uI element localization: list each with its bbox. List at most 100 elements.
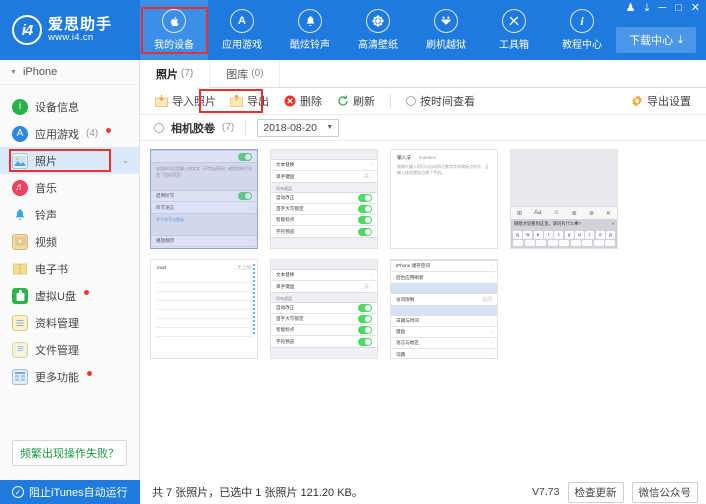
thumb-row-label: 单手键盘 [276, 174, 294, 180]
export-settings-button[interactable]: 导出设置 [623, 91, 698, 112]
thumb-section-2 [151, 226, 257, 235]
chevron-right-icon: › [250, 205, 252, 211]
export-settings-label: 导出设置 [647, 93, 691, 109]
import-photos-button[interactable]: 导入照片 [148, 91, 223, 112]
key [559, 240, 569, 246]
nav-item-wallpaper[interactable]: 高清壁纸 [344, 0, 412, 60]
delete-button[interactable]: 删除 [276, 91, 329, 112]
sidebar-item-virtual-usb[interactable]: 虚拟U盘 [0, 282, 139, 309]
appstore-icon: A [230, 9, 254, 33]
thumb-note: 启用听写后您输入的文字（不包括密码）或您的听写语言（包括语音） [151, 163, 257, 181]
photo-icon [12, 153, 28, 169]
text-format-icon: Aa [534, 210, 541, 216]
photo-thumbnail[interactable]: ⊞ Aa ☺ ⊗ ⊛ ✕ 刚刚才说看到这里，请问有什么事? ^ [510, 149, 618, 249]
nav-item-toolbox[interactable]: 工具箱 [480, 0, 548, 60]
photo-thumbnail[interactable]: 文本替换› 单手键盘关 › 所有键盘 自动改正 首字大写锁定 智能标点 字符预览 [270, 259, 378, 359]
key [525, 240, 535, 246]
thumb-row-label: 启用听写 [156, 193, 174, 199]
sidebar-item-device-info[interactable]: i 设备信息 [0, 93, 139, 120]
device-header[interactable]: ▼ iPhone [0, 60, 139, 85]
badge-dot [87, 371, 92, 376]
sidebar-item-label: 视频 [35, 234, 57, 250]
sidebar-item-photos[interactable]: 照片 ⌄ [0, 147, 139, 174]
data-icon [12, 315, 28, 331]
tab-label: 照片 [156, 66, 178, 82]
help-button[interactable]: 频繁出现操作失败？ [12, 440, 127, 466]
thumb-row-label: 字符预览 [276, 229, 294, 235]
key: o [596, 231, 605, 239]
nav-label: 刷机越狱 [426, 36, 466, 51]
photo-content: mod 无上限 [151, 260, 257, 358]
video-icon [12, 234, 28, 250]
view-by-time-option[interactable]: 按时间查看 [399, 91, 482, 112]
photo-thumbnail[interactable]: 启用听写后您输入的文字（不包括密码）或您的听写语言（包括语音） 启用听写 听写语… [150, 149, 258, 249]
tab-photos[interactable]: 照片 (7) [140, 60, 210, 87]
export-label: 导出 [247, 93, 269, 109]
itunes-block-toggle[interactable]: ✓ 阻止iTunes自动运行 [0, 484, 140, 500]
content-tabs: 照片 (7) 图库 (0) [140, 60, 706, 88]
badge-dot [106, 128, 111, 133]
chevron-down-icon: ▼ [326, 124, 333, 131]
photo-thumbnail[interactable]: iPhone 储存空间› 后台应用刷新› 访问限制关闭 日期与时间› 键盘› [390, 259, 498, 359]
photo-thumbnail[interactable]: 文本替换› 单手键盘关 › 所有键盘 自动改正 首字大写锁定 智能标点 字符预览 [270, 149, 378, 249]
grid-icon [12, 369, 28, 385]
date-select[interactable]: 2018-08-20 ▼ [257, 119, 339, 137]
wechat-button[interactable]: 微信公众号 [632, 482, 699, 503]
download-icon: ⤓ [678, 34, 683, 47]
skin-icon[interactable]: ♟ [626, 3, 636, 14]
sidebar-item-label: 虚拟U盘 [35, 288, 76, 304]
sidebar-item-file-management[interactable]: 文件管理 [0, 336, 139, 363]
close-icon[interactable]: ✕ [691, 3, 700, 14]
sidebar-item-label: 铃声 [35, 207, 57, 223]
key [582, 240, 592, 246]
nav-item-ringtones[interactable]: 酷炫铃声 [276, 0, 344, 60]
tab-library[interactable]: 图库 (0) [210, 60, 280, 87]
photo-thumbnail[interactable]: mod 无上限 [150, 259, 258, 359]
sidebar-item-videos[interactable]: 视频 [0, 228, 139, 255]
nav-item-app-games[interactable]: A 应用游戏 [208, 0, 276, 60]
export-button[interactable]: 导出 [223, 91, 276, 112]
toolbox-icon [502, 9, 526, 33]
photo-thumbnail[interactable]: 输入法 miaobox 刚刚在输入时可以自动矫正数字字母和标点符号，让输入体验更… [390, 149, 498, 249]
album-name: 相机胶卷 [171, 120, 215, 136]
sidebar-item-ringtones[interactable]: 铃声 [0, 201, 139, 228]
maximize-icon[interactable]: □ [675, 3, 682, 14]
thumb-section: 所有键盘 [271, 293, 377, 302]
download-tray-icon[interactable]: ⤓ [644, 3, 649, 14]
list-line [157, 328, 251, 337]
chevron-right-icon: › [490, 340, 492, 346]
nav-item-tutorial[interactable]: i 教程中心 [548, 0, 616, 60]
key: t [554, 231, 563, 239]
refresh-button[interactable]: 刷新 [329, 91, 382, 112]
nav-label: 教程中心 [562, 36, 602, 51]
sidebar-item-ebooks[interactable]: 电子书 [0, 255, 139, 282]
thumb-row-label: 键盘 [396, 329, 405, 335]
nav-label: 我的设备 [154, 36, 194, 51]
thumb-row-label: 自动改正 [276, 195, 294, 201]
main-nav: 我的设备 A 应用游戏 酷炫铃声 高清壁纸 [140, 0, 616, 60]
chevron-right-icon: 关 › [364, 283, 372, 290]
key: y [565, 231, 574, 239]
download-center-button[interactable]: 下载中心 ⤓ [616, 27, 696, 53]
settings-icon: ⊛ [589, 210, 594, 217]
sidebar-item-music[interactable]: ♬ 音乐 [0, 174, 139, 201]
delete-icon [283, 95, 296, 108]
delete-label: 删除 [300, 93, 322, 109]
minimize-icon[interactable]: ─ [658, 3, 666, 14]
nav-item-my-device[interactable]: 我的设备 [140, 0, 208, 60]
thumb-row-label: 智能标点 [276, 327, 294, 333]
sidebar-item-more-features[interactable]: 更多功能 [0, 363, 139, 390]
nav-item-flash-jailbreak[interactable]: 刷机越狱 [412, 0, 480, 60]
check-circle-icon: ✓ [12, 486, 24, 498]
key: p [606, 231, 615, 239]
sidebar-item-data-management[interactable]: 资料管理 [0, 309, 139, 336]
check-update-button[interactable]: 检查更新 [568, 482, 624, 503]
thumb-row-label: 日期与时间 [396, 318, 419, 324]
radio-unchecked-icon[interactable] [154, 123, 164, 133]
key: i [585, 231, 594, 239]
thumb-row-label: 单手键盘 [276, 284, 294, 290]
sidebar-item-app-games[interactable]: A 应用游戏 (4) [0, 120, 139, 147]
scroll-indicator [253, 264, 255, 354]
refresh-icon [336, 95, 349, 108]
toggle-icon [238, 249, 252, 250]
